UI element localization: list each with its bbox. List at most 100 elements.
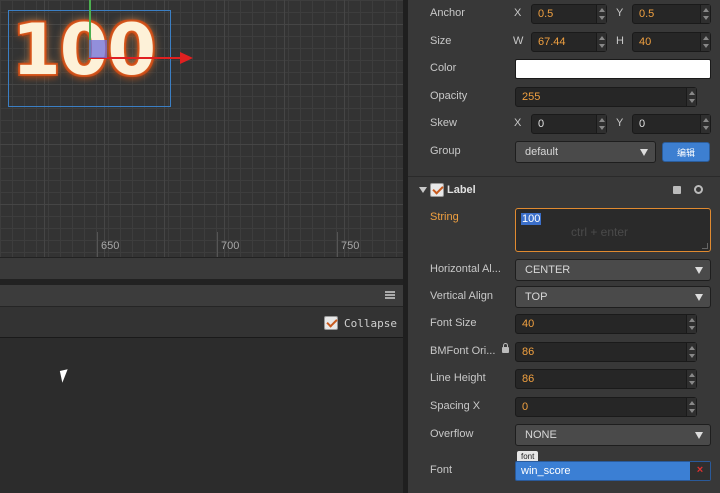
anchor-x-axis-label: X — [514, 7, 522, 19]
font-asset-field[interactable]: win_score × — [515, 461, 711, 481]
gear-icon[interactable] — [694, 185, 703, 194]
menu-icon[interactable] — [385, 291, 395, 299]
spacing-x-row: Spacing X 0 — [408, 393, 720, 420]
spacing-x-value: 0 — [522, 401, 529, 413]
scene-status-bar — [0, 257, 403, 279]
size-row: Size W 67.44 H 40 — [408, 28, 720, 55]
anchor-y-input[interactable]: 0.5 — [632, 4, 711, 24]
ruler-label-650: 650 — [101, 240, 120, 252]
size-label: Size — [430, 35, 452, 47]
label-component-header[interactable]: Label — [408, 176, 720, 202]
bmfont-original-size-value: 86 — [522, 346, 535, 358]
vertical-align-row: Vertical Align TOP — [408, 283, 720, 310]
size-width-input[interactable]: 67.44 — [531, 32, 607, 52]
skew-x-input[interactable]: 0 — [531, 114, 607, 134]
scene-view[interactable]: 650 700 750 100 — [0, 0, 403, 257]
group-row: Group default 编辑 — [408, 138, 720, 165]
font-size-value: 40 — [522, 318, 535, 330]
anchor-y-axis-label: Y — [616, 7, 624, 19]
edit-group-button[interactable]: 编辑 — [662, 142, 710, 162]
label-enabled-checkbox[interactable] — [430, 183, 444, 197]
stepper-icon[interactable] — [686, 88, 696, 106]
stepper-icon[interactable] — [700, 115, 710, 133]
skew-label: Skew — [430, 117, 457, 129]
anchor-label: Anchor — [430, 7, 465, 19]
help-book-icon[interactable] — [673, 186, 681, 194]
font-label: Font — [430, 464, 453, 476]
stepper-icon[interactable] — [596, 115, 606, 133]
string-label: String — [430, 211, 459, 223]
chevron-down-icon — [695, 294, 703, 301]
line-height-value: 86 — [522, 373, 535, 385]
label-component-title: Label — [447, 184, 476, 196]
font-size-row: Font Size 40 — [408, 310, 720, 337]
collapse-toggle[interactable]: Collapse — [324, 316, 397, 330]
color-row: Color — [408, 55, 720, 82]
horizontal-align-select[interactable]: CENTER — [515, 259, 711, 281]
collapse-checkbox[interactable] — [324, 316, 339, 330]
skew-row: Skew X 0 Y 0 — [408, 110, 720, 137]
anchor-point-handle[interactable] — [89, 40, 107, 58]
chevron-down-icon — [695, 432, 703, 439]
group-select[interactable]: default — [515, 141, 656, 163]
opacity-label: Opacity — [430, 90, 468, 102]
console-toolbar: Collapse — [0, 307, 403, 338]
anchor-row: Anchor X 0.5 Y 0.5 — [408, 0, 720, 27]
ruler-label-750: 750 — [341, 240, 360, 252]
spacing-x-input[interactable]: 0 — [515, 397, 697, 417]
stepper-icon[interactable] — [686, 315, 696, 333]
string-textarea[interactable]: 100 ctrl + enter — [515, 208, 711, 252]
size-h-axis-label: H — [616, 35, 624, 47]
stepper-icon[interactable] — [596, 33, 606, 51]
console-panel-header — [0, 285, 403, 307]
inspector-panel: Anchor X 0.5 Y 0.5 Size W 67.44 H 40 Col… — [408, 0, 720, 493]
skew-y-input[interactable]: 0 — [632, 114, 711, 134]
string-value: 100 — [521, 213, 542, 225]
color-picker[interactable] — [515, 59, 711, 79]
font-size-label: Font Size — [430, 317, 477, 329]
stepper-icon[interactable] — [596, 5, 606, 23]
line-height-input[interactable]: 86 — [515, 369, 697, 389]
size-height-input[interactable]: 40 — [632, 32, 711, 52]
stepper-icon[interactable] — [686, 398, 696, 416]
spacing-x-label: Spacing X — [430, 400, 481, 412]
font-size-input[interactable]: 40 — [515, 314, 697, 334]
stepper-icon[interactable] — [700, 5, 710, 23]
vertical-align-value: TOP — [525, 291, 548, 303]
skew-x-value: 0 — [538, 118, 545, 130]
stepper-icon[interactable] — [686, 370, 696, 388]
skew-x-axis-label: X — [514, 117, 522, 129]
anchor-x-value: 0.5 — [538, 8, 554, 20]
overflow-row: Overflow NONE — [408, 421, 720, 448]
anchor-x-input[interactable]: 0.5 — [531, 4, 607, 24]
console-log-area[interactable] — [0, 338, 403, 493]
resize-grip-icon[interactable] — [702, 243, 708, 249]
horizontal-align-row: Horizontal Al... CENTER — [408, 256, 720, 283]
chevron-down-icon — [695, 267, 703, 274]
line-height-label: Line Height — [430, 372, 486, 384]
overflow-label: Overflow — [430, 428, 474, 440]
stepper-icon[interactable] — [686, 343, 696, 361]
clear-font-icon[interactable]: × — [690, 462, 710, 480]
horizontal-align-label: Horizontal Al... — [430, 263, 501, 275]
size-w-axis-label: W — [513, 35, 524, 47]
horizontal-align-value: CENTER — [525, 264, 571, 276]
string-hint: ctrl + enter — [571, 225, 629, 239]
font-asset-value: win_score — [521, 465, 571, 477]
group-label: Group — [430, 145, 461, 157]
collapse-label: Collapse — [344, 316, 397, 330]
anchor-y-value: 0.5 — [639, 8, 655, 20]
bmfont-original-size-row: BMFont Ori... 86 — [408, 338, 720, 365]
bmfont-original-size-label: BMFont Ori... — [430, 345, 496, 357]
x-axis-arrow-icon[interactable] — [180, 52, 193, 64]
stepper-icon[interactable] — [700, 33, 710, 51]
overflow-select[interactable]: NONE — [515, 424, 711, 446]
vertical-align-label: Vertical Align — [430, 290, 493, 302]
lock-icon — [502, 343, 509, 353]
ruler-label-700: 700 — [221, 240, 240, 252]
bmfont-original-size-input[interactable]: 86 — [515, 342, 697, 362]
opacity-input[interactable]: 255 — [515, 87, 697, 107]
vertical-align-select[interactable]: TOP — [515, 286, 711, 308]
overflow-value: NONE — [525, 429, 557, 441]
collapse-triangle-icon[interactable] — [419, 187, 427, 193]
